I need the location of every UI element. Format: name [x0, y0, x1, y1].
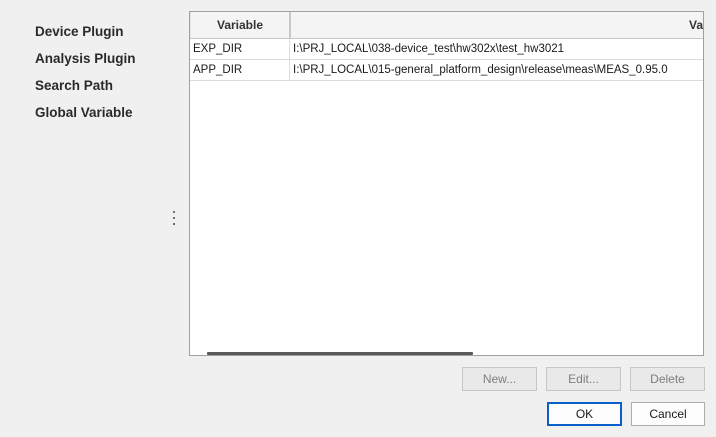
column-header-value-label: Va: [689, 18, 703, 32]
cell-value: I:\PRJ_LOCAL\015-general_platform_design…: [293, 64, 668, 76]
nav-item-global-variable[interactable]: Global Variable: [35, 105, 133, 120]
nav-item-analysis-plugin[interactable]: Analysis Plugin: [35, 51, 136, 66]
cell-variable: EXP_DIR: [190, 39, 290, 59]
table-header: Variable Va: [190, 12, 703, 39]
splitter-handle[interactable]: [171, 211, 177, 225]
new-button[interactable]: New...: [462, 367, 537, 391]
splitter-dot: [173, 223, 175, 225]
splitter-dot: [173, 217, 175, 219]
cancel-button[interactable]: Cancel: [631, 402, 705, 426]
column-header-variable[interactable]: Variable: [190, 12, 290, 38]
global-variable-table[interactable]: Variable Va EXP_DIR I:\PRJ_LOCAL\038-dev…: [189, 11, 704, 356]
table-row[interactable]: EXP_DIR I:\PRJ_LOCAL\038-device_test\hw3…: [190, 39, 703, 60]
delete-button[interactable]: Delete: [630, 367, 705, 391]
ok-button[interactable]: OK: [547, 402, 622, 426]
nav-item-device-plugin[interactable]: Device Plugin: [35, 24, 124, 39]
nav-item-search-path[interactable]: Search Path: [35, 78, 113, 93]
cell-value: I:\PRJ_LOCAL\038-device_test\hw302x\test…: [293, 43, 565, 55]
horizontal-scrollbar-thumb[interactable]: [207, 352, 473, 355]
cell-variable: APP_DIR: [190, 60, 290, 80]
edit-button[interactable]: Edit...: [546, 367, 621, 391]
table-row[interactable]: APP_DIR I:\PRJ_LOCAL\015-general_platfor…: [190, 60, 703, 81]
splitter-dot: [173, 211, 175, 213]
column-header-value[interactable]: Va: [290, 12, 703, 38]
